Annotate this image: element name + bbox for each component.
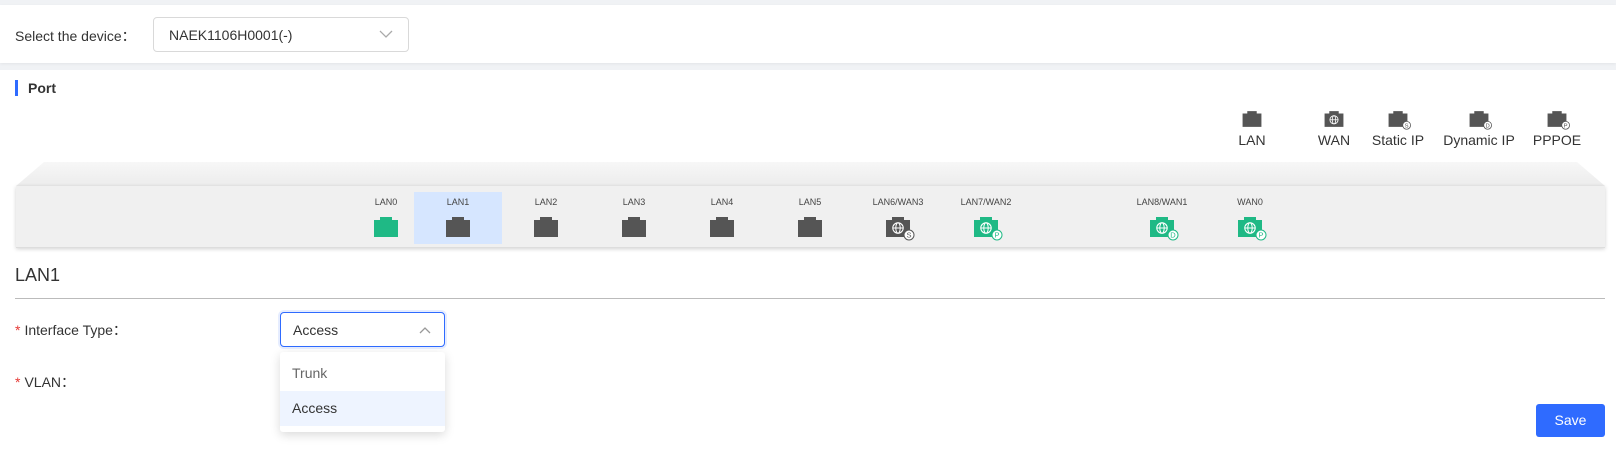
port-lan2[interactable]: LAN2: [502, 192, 590, 244]
dynamic-ip-port-icon: D: [1468, 110, 1492, 130]
required-mark: *: [15, 322, 21, 338]
device-panel: LAN0 LAN1 LAN2 LAN3 LAN4 LAN5 LAN6/WAN3 S…: [16, 162, 1605, 318]
legend-wan: WAN: [1314, 110, 1354, 148]
interface-type-value: Access: [293, 322, 339, 338]
device-top-surface: [16, 162, 1605, 186]
device-selector-bar: Select the device： NAEK1106H0001(-): [0, 5, 1616, 63]
port-name: LAN4: [710, 197, 734, 207]
lan-port-icon: [532, 216, 560, 238]
device-front-panel: LAN0 LAN1 LAN2 LAN3 LAN4 LAN5 LAN6/WAN3 S…: [16, 186, 1605, 248]
port-name: WAN0: [1237, 197, 1263, 207]
interface-type-label-text: Interface Type：: [24, 322, 127, 338]
legend-lan: LAN: [1232, 110, 1272, 148]
dropdown-option-access[interactable]: Access: [280, 391, 445, 426]
port-lan6-wan3[interactable]: LAN6/WAN3 S: [854, 192, 942, 244]
legend-label: Static IP: [1371, 132, 1425, 148]
wan-port-icon: S: [884, 216, 915, 241]
port-panel: Port LAN WAN S Static IP D Dynamic IP P …: [0, 70, 1616, 457]
save-button[interactable]: Save: [1536, 404, 1605, 437]
legend-label: WAN: [1317, 132, 1351, 148]
wan-port-icon: [1323, 110, 1345, 128]
port-name: LAN2: [534, 197, 558, 207]
port-lan5[interactable]: LAN5: [766, 192, 854, 244]
port-lan1[interactable]: LAN1: [414, 192, 502, 244]
interface-type-dropdown: Trunk Access: [280, 352, 445, 432]
wan-port-icon: P: [972, 216, 1003, 241]
legend-pppoe: P PPPOE: [1532, 110, 1582, 148]
static-ip-port-icon: S: [1387, 110, 1411, 130]
lan-port-icon: [372, 216, 400, 238]
pppoe-port-icon: P: [1546, 110, 1570, 130]
required-mark: *: [15, 374, 21, 390]
svg-text:P: P: [1258, 231, 1263, 240]
lan-port-icon: [1241, 110, 1263, 128]
svg-text:D: D: [1486, 123, 1490, 129]
lan-port-icon: [444, 216, 472, 238]
port-name: LAN1: [446, 197, 470, 207]
svg-text:P: P: [994, 231, 999, 240]
port-name: LAN8/WAN1: [1136, 197, 1188, 207]
lan-port-icon: [796, 216, 824, 238]
device-label: Select the device：: [15, 28, 136, 44]
device-select[interactable]: NAEK1106H0001(-): [153, 17, 409, 52]
svg-text:P: P: [1564, 123, 1568, 129]
dropdown-option-trunk[interactable]: Trunk: [280, 356, 445, 391]
lan-port-icon: [620, 216, 648, 238]
port-name: LAN7/WAN2: [960, 197, 1012, 207]
section-title: Port: [15, 80, 56, 96]
legend-label: LAN: [1238, 132, 1266, 148]
port-name: LAN3: [622, 197, 646, 207]
chevron-down-icon: [379, 30, 393, 38]
svg-text:S: S: [1405, 123, 1409, 129]
port-name: LAN6/WAN3: [872, 197, 924, 207]
wan-port-icon: D: [1148, 216, 1179, 241]
svg-text:D: D: [1170, 231, 1176, 240]
device-select-value: NAEK1106H0001(-): [169, 27, 293, 43]
legend-label: PPPOE: [1532, 132, 1582, 148]
legend-static-ip: S Static IP: [1370, 110, 1426, 148]
divider: [15, 298, 1605, 299]
port-wan0[interactable]: WAN0 P: [1206, 192, 1294, 244]
port-lan3[interactable]: LAN3: [590, 192, 678, 244]
legend-label: Dynamic IP: [1443, 132, 1515, 148]
port-lan7-wan2[interactable]: LAN7/WAN2 P: [942, 192, 1030, 244]
svg-text:S: S: [906, 231, 911, 240]
lan-port-icon: [708, 216, 736, 238]
vlan-label-text: VLAN：: [24, 374, 76, 390]
interface-type-select[interactable]: Access: [280, 312, 445, 347]
interface-type-label: * Interface Type：: [15, 320, 127, 340]
port-lan8-wan1[interactable]: LAN8/WAN1 D: [1118, 192, 1206, 244]
port-lan4[interactable]: LAN4: [678, 192, 766, 244]
port-config-title: LAN1: [15, 265, 61, 285]
wan-port-icon: P: [1236, 216, 1267, 241]
chevron-up-icon: [419, 327, 431, 334]
vlan-label: * VLAN：: [15, 372, 75, 392]
port-name: LAN5: [798, 197, 822, 207]
legend-dynamic-ip: D Dynamic IP: [1442, 110, 1516, 148]
